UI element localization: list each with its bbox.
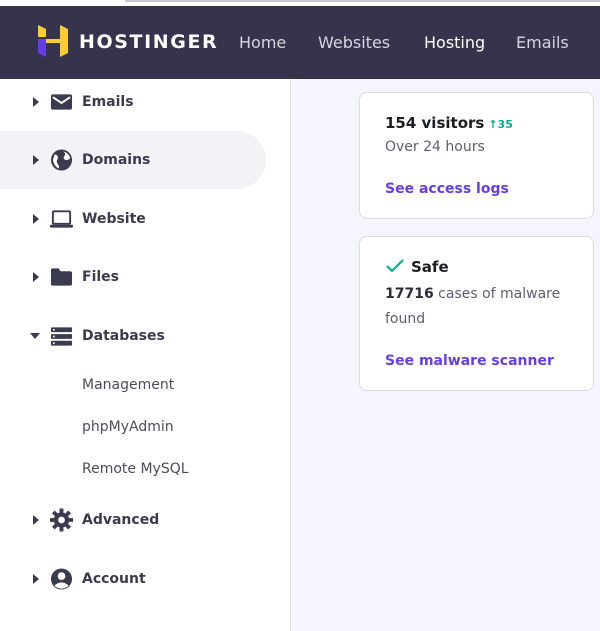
security-title: Safe [385,258,449,276]
visitors-subtitle: Over 24 hours [385,139,485,155]
sidebar-item-account[interactable]: Account [0,550,266,608]
caret-down-icon [30,333,40,339]
visitors-delta-value: 35 [497,118,513,131]
sidebar: Emails Domains Website Files Databases M… [0,79,291,631]
visitors-delta: ↑35 [488,118,513,131]
top-navbar: HOSTINGER Home Websites Hosting Emails [0,6,600,79]
sidebar-item-emails[interactable]: Emails [0,73,266,131]
caret-right-icon [33,515,39,525]
caret-right-icon [33,272,39,282]
security-card: Safe 17716 cases of malware found See ma… [359,236,594,391]
nav-websites[interactable]: Websites [318,33,390,52]
visitors-title: 154 visitors ↑35 [385,114,513,132]
security-status: Safe [411,258,449,276]
sidebar-item-databases[interactable]: Databases [0,307,266,365]
sidebar-item-label: Emails [82,94,134,110]
sidebar-subitem-management[interactable]: Management [82,377,174,393]
laptop-icon [50,210,73,228]
user-circle-icon [50,568,73,590]
caret-right-icon [33,155,39,165]
malware-count: 17716 [385,286,434,302]
sidebar-item-label: Website [82,211,146,227]
top-divider [125,0,600,2]
malware-summary: 17716 cases of malware found [385,282,565,332]
folder-icon [50,268,73,286]
caret-right-icon [33,97,39,107]
globe-icon [50,149,73,171]
nav-hosting[interactable]: Hosting [424,33,485,52]
sidebar-subitem-phpmyadmin[interactable]: phpMyAdmin [82,419,174,435]
caret-right-icon [33,214,39,224]
check-icon [386,259,404,273]
see-access-logs-link[interactable]: See access logs [385,181,509,197]
envelope-icon [50,94,73,110]
visitors-count: 154 visitors [385,114,485,132]
nav-emails[interactable]: Emails [516,33,569,52]
sidebar-item-label: Databases [82,328,165,344]
sidebar-item-advanced[interactable]: Advanced [0,491,266,549]
nav-home[interactable]: Home [239,33,286,52]
sidebar-item-label: Account [82,571,146,587]
sidebar-subitem-remote-mysql[interactable]: Remote MySQL [82,461,189,477]
caret-right-icon [33,574,39,584]
sidebar-item-label: Advanced [82,512,160,528]
database-icon [50,327,73,346]
hostinger-logo-icon[interactable] [38,25,68,57]
sidebar-item-label: Domains [82,152,151,168]
sidebar-item-label: Files [82,269,119,285]
gear-icon [50,508,73,532]
sidebar-item-domains[interactable]: Domains [0,131,266,189]
sidebar-item-files[interactable]: Files [0,248,266,306]
main-content: 154 visitors ↑35 Over 24 hours See access… [292,79,600,631]
brand-name[interactable]: HOSTINGER [79,31,218,53]
sidebar-item-website[interactable]: Website [0,190,266,248]
visitors-card: 154 visitors ↑35 Over 24 hours See access… [359,92,594,219]
see-malware-scanner-link[interactable]: See malware scanner [385,353,554,369]
